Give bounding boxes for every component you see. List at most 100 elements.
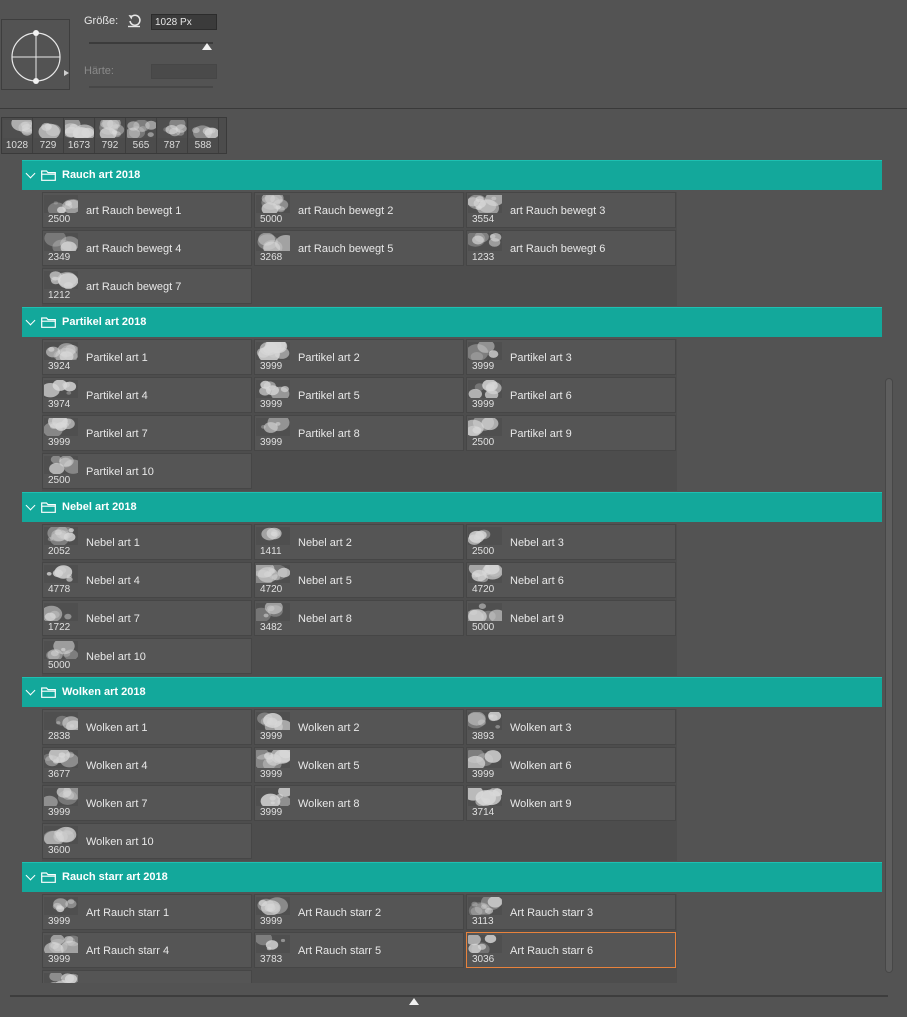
vertical-scrollbar-thumb[interactable] <box>885 378 893 973</box>
brush-preset-item[interactable]: 2838 Wolken art 1 <box>42 709 252 745</box>
brush-preset-item[interactable]: 3999 Wolken art 2 <box>254 709 464 745</box>
brush-thumbnail <box>3 115 35 138</box>
brush-group-header[interactable]: Rauch starr art 2018 <box>22 862 882 892</box>
brush-preset-item[interactable]: 3783 Art Rauch starr 5 <box>254 932 464 968</box>
brush-preset-item[interactable]: 2500 Nebel art 3 <box>466 524 676 560</box>
brush-preset-item[interactable]: 5000 Nebel art 9 <box>464 600 676 636</box>
recent-brush-item[interactable]: 792 <box>95 116 126 153</box>
size-input[interactable]: 1028 Px <box>151 14 217 30</box>
brush-preset-item[interactable]: 3999 Wolken art 8 <box>254 785 464 821</box>
brush-name: Partikel art 10 <box>86 466 154 478</box>
brush-preset-item[interactable]: 5000 art Rauch bewegt 2 <box>254 191 464 228</box>
chevron-down-icon[interactable] <box>25 870 36 881</box>
brush-group-name: Rauch starr art 2018 <box>62 871 168 883</box>
brush-preset-item[interactable]: 1233 art Rauch bewegt 6 <box>465 230 676 266</box>
hardness-slider-track[interactable] <box>89 86 213 88</box>
brush-preset-item[interactable]: 3999 Partikel art 2 <box>254 337 464 375</box>
brush-name: Nebel art 3 <box>510 537 564 549</box>
recent-brush-item[interactable]: 1673 <box>58 116 96 153</box>
brush-preset-item[interactable]: 3999 Partikel art 3 <box>466 339 676 375</box>
brush-preset-item[interactable]: 3600 Wolken art 10 <box>42 823 252 859</box>
brush-preset-item[interactable]: 2052 Nebel art 1 <box>42 524 252 560</box>
recent-brush-size: 565 <box>132 140 150 151</box>
preview-size-slider-track[interactable] <box>10 995 888 997</box>
brush-size-value: 2500 <box>48 475 71 486</box>
brush-preset-item[interactable]: 1212 art Rauch bewegt 7 <box>42 268 252 304</box>
brush-size-value: 5000 <box>472 622 495 633</box>
chevron-down-icon[interactable] <box>25 500 36 511</box>
brush-size-value: 4778 <box>48 584 71 595</box>
brush-preset-item[interactable]: 1722 Nebel art 7 <box>40 600 252 636</box>
brush-size-value: 3783 <box>260 954 283 965</box>
brush-angle-preview[interactable] <box>1 19 70 90</box>
brush-size-value: 3036 <box>472 954 495 965</box>
brush-preset-item[interactable]: 5000Art Rauch starr 7 <box>42 970 252 983</box>
brush-group-header[interactable]: Rauch art 2018 <box>22 160 882 190</box>
brush-preset-item[interactable]: 3714 Wolken art 9 <box>463 785 676 821</box>
hardness-label: Härte: <box>84 65 114 77</box>
brush-preset-item[interactable]: 2500 Partikel art 9 <box>462 414 676 451</box>
brush-preset-item[interactable]: 3999 Partikel art 8 <box>254 414 464 451</box>
brush-preset-item[interactable]: 3999 Art Rauch starr 1 <box>42 894 252 930</box>
brush-preset-item[interactable]: 3036 Art Rauch starr 6 <box>466 932 676 968</box>
brush-preset-item[interactable]: 3999 Wolken art 7 <box>41 783 252 821</box>
brush-preset-item[interactable]: 2500 Partikel art 10 <box>42 453 252 489</box>
size-slider-thumb[interactable] <box>201 43 212 50</box>
brush-preset-item[interactable]: 3999 Wolken art 5 <box>254 747 464 783</box>
brush-preset-item[interactable]: 3268 art Rauch bewegt 5 <box>254 230 464 266</box>
brush-size-value: 4720 <box>472 584 495 595</box>
brush-preset-item[interactable]: 4778 Nebel art 4 <box>42 562 252 598</box>
brush-preset-item[interactable]: 3999 Art Rauch starr 4 <box>42 932 252 968</box>
brush-preset-item[interactable]: 1411 Nebel art 2 <box>254 524 464 560</box>
chevron-down-icon[interactable] <box>25 168 36 179</box>
brush-name: Wolken art 9 <box>510 798 572 810</box>
brush-preset-item[interactable]: 3554 art Rauch bewegt 3 <box>466 191 676 228</box>
reset-size-icon[interactable] <box>126 12 142 28</box>
brush-thumbnail <box>256 232 297 255</box>
chevron-down-icon[interactable] <box>25 315 36 326</box>
brush-preset-item[interactable]: 3999 Partikel art 7 <box>42 414 252 451</box>
brush-preset-item[interactable]: 3677 Wolken art 4 <box>42 746 252 783</box>
brush-name: Art Rauch starr 5 <box>298 945 382 957</box>
size-slider-track[interactable] <box>89 42 213 44</box>
preview-arrow-icon[interactable] <box>64 70 69 76</box>
recent-brush-item[interactable]: 565 <box>125 118 157 153</box>
brush-preset-list[interactable]: Rauch art 2018 2500 art Rauch bewegt 1 5000… <box>0 158 897 983</box>
recent-brush-item[interactable]: 588 <box>188 118 220 153</box>
chevron-down-icon[interactable] <box>25 685 36 696</box>
brush-size-value: 3999 <box>472 399 495 410</box>
brush-preset-item[interactable]: 3482 Nebel art 8 <box>251 600 464 636</box>
brush-preset-item[interactable]: 2349 art Rauch bewegt 4 <box>42 229 252 266</box>
brush-group-header[interactable]: Nebel art 2018 <box>22 492 882 522</box>
brush-thumbnail <box>256 897 290 916</box>
brush-group-header[interactable]: Wolken art 2018 <box>22 677 882 707</box>
brush-group-name: Nebel art 2018 <box>62 501 137 513</box>
brush-preset-item[interactable]: 4720 Nebel art 5 <box>251 561 464 598</box>
preview-size-slider-thumb[interactable] <box>408 998 419 1005</box>
brush-thumbnail <box>43 746 79 768</box>
recent-brush-item[interactable]: 1028 <box>2 115 35 153</box>
brush-preset-item[interactable]: 5000 Nebel art 10 <box>42 637 252 674</box>
brush-group-header[interactable]: Partikel art 2018 <box>22 307 882 337</box>
brush-preset-item[interactable]: 4720 Nebel art 6 <box>466 560 676 598</box>
brush-size-value: 3677 <box>48 769 71 780</box>
brush-preset-item[interactable]: 3999 Art Rauch starr 2 <box>254 894 464 930</box>
brush-preset-item[interactable]: 2500 art Rauch bewegt 1 <box>42 192 252 228</box>
brush-size-value: 3268 <box>260 252 283 263</box>
brush-preset-item[interactable]: 3974 Partikel art 4 <box>40 377 252 413</box>
brush-name: Wolken art 6 <box>510 760 572 772</box>
brush-preset-item[interactable]: 3999 Partikel art 5 <box>254 377 464 413</box>
brush-name: Nebel art 7 <box>86 613 140 625</box>
recent-brush-item[interactable]: 787 <box>157 117 188 153</box>
brush-thumbnail <box>256 785 293 809</box>
brush-preset-item[interactable]: 3924 Partikel art 1 <box>42 339 252 375</box>
brush-preset-item[interactable]: 3113 Art Rauch starr 3 <box>466 894 676 930</box>
folder-icon <box>41 502 56 513</box>
brush-preset-item[interactable]: 3893 Wolken art 3 <box>465 709 676 745</box>
hardness-input[interactable] <box>151 64 217 79</box>
brush-preset-item[interactable]: 3999 Wolken art 6 <box>465 747 676 783</box>
recent-brush-item[interactable]: 729 <box>33 118 64 153</box>
brush-thumbnail <box>465 231 502 251</box>
folder-icon <box>41 687 56 698</box>
brush-preset-item[interactable]: 3999 Partikel art 6 <box>466 377 676 413</box>
